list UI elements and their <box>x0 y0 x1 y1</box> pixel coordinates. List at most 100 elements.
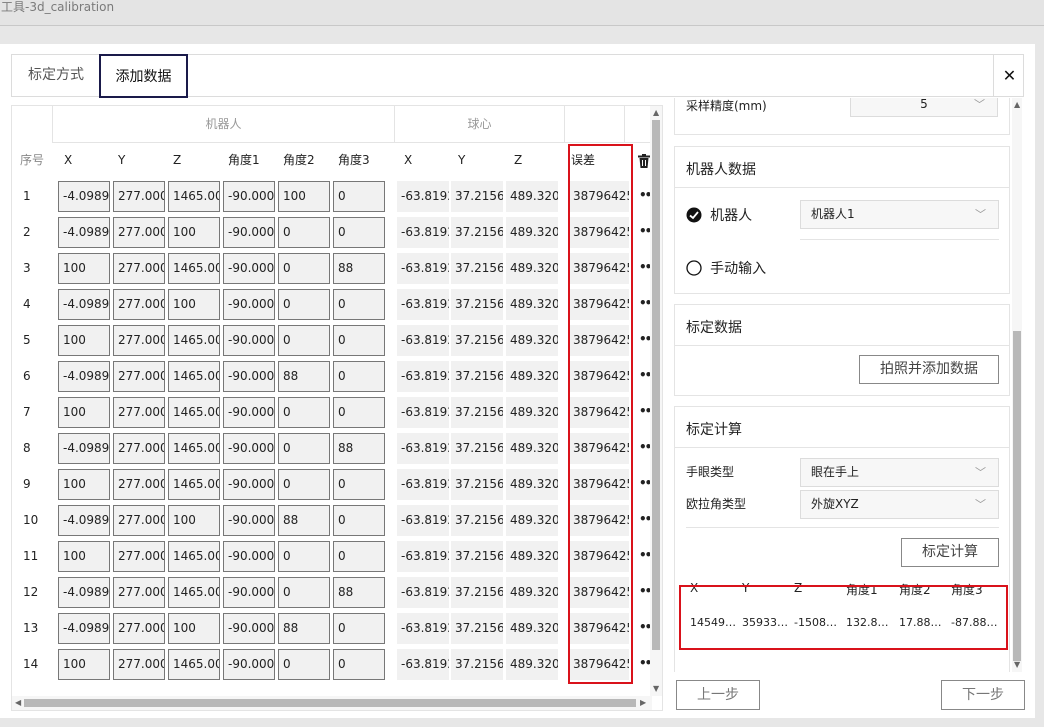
cell-input-z[interactable]: 100 <box>168 217 220 248</box>
cell-input-z[interactable]: 1465.00 <box>168 325 220 356</box>
cell-input-x[interactable]: 100 <box>58 649 110 680</box>
cell-input-z[interactable]: 100 <box>168 613 220 644</box>
more-options-icon[interactable]: •• <box>639 538 652 574</box>
cell-input-z[interactable]: 100 <box>168 505 220 536</box>
more-options-icon[interactable]: •• <box>639 646 652 682</box>
cell-input-a3[interactable]: 0 <box>333 649 385 680</box>
cell-input-a3[interactable]: 0 <box>333 397 385 428</box>
cell-input-a3[interactable]: 88 <box>333 253 385 284</box>
cell-input-a2[interactable]: 0 <box>278 577 330 608</box>
cell-input-y[interactable]: 277.000 <box>113 577 165 608</box>
cell-input-a1[interactable]: -90.0000 <box>223 577 275 608</box>
cell-input-y[interactable]: 277.000 <box>113 505 165 536</box>
cell-input-a3[interactable]: 0 <box>333 289 385 320</box>
cell-input-y[interactable]: 277.000 <box>113 325 165 356</box>
cell-input-x[interactable]: -4.09899 <box>58 289 110 320</box>
cell-input-z[interactable]: 1465.00 <box>168 469 220 500</box>
cell-input-y[interactable]: 277.000 <box>113 613 165 644</box>
cell-input-x[interactable]: -4.09899 <box>58 181 110 212</box>
panel-vertical-scroll-thumb[interactable] <box>1013 331 1021 661</box>
cell-input-z[interactable]: 1465.00 <box>168 361 220 392</box>
table-vertical-scrollbar[interactable]: ▲ ▼ <box>650 106 662 696</box>
cell-input-a1[interactable]: -90.0000 <box>223 649 275 680</box>
cell-input-a3[interactable]: 0 <box>333 325 385 356</box>
cell-input-a1[interactable]: -90.0000 <box>223 469 275 500</box>
cell-input-z[interactable]: 1465.00 <box>168 181 220 212</box>
cell-input-y[interactable]: 277.000 <box>113 397 165 428</box>
more-options-icon[interactable]: •• <box>639 466 652 502</box>
cell-input-x[interactable]: 100 <box>58 541 110 572</box>
cell-input-x[interactable]: 100 <box>58 325 110 356</box>
cell-input-a3[interactable]: 0 <box>333 181 385 212</box>
cell-input-a1[interactable]: -90.0000 <box>223 253 275 284</box>
delete-all-button[interactable] <box>638 143 650 178</box>
more-options-icon[interactable]: •• <box>639 394 652 430</box>
cell-input-a2[interactable]: 0 <box>278 289 330 320</box>
panel-vertical-scrollbar[interactable]: ▲ ▼ <box>1012 98 1022 672</box>
cell-input-x[interactable]: -4.09899 <box>58 613 110 644</box>
cell-input-y[interactable]: 277.000 <box>113 181 165 212</box>
next-step-button[interactable]: 下一步 <box>941 680 1025 710</box>
cell-input-a1[interactable]: -90.0000 <box>223 433 275 464</box>
cell-input-a2[interactable]: 88 <box>278 505 330 536</box>
more-options-icon[interactable]: •• <box>639 286 652 322</box>
cell-input-z[interactable]: 1465.00 <box>168 253 220 284</box>
tab-add-data[interactable]: 添加数据 <box>99 54 188 98</box>
cell-input-a2[interactable]: 0 <box>278 433 330 464</box>
robot-radio[interactable]: 机器人 <box>686 205 752 225</box>
cell-input-x[interactable]: -4.09899 <box>58 361 110 392</box>
cell-input-a1[interactable]: -90.0000 <box>223 361 275 392</box>
cell-input-z[interactable]: 1465.00 <box>168 541 220 572</box>
cell-input-y[interactable]: 277.000 <box>113 253 165 284</box>
cell-input-a1[interactable]: -90.0000 <box>223 181 275 212</box>
cell-input-y[interactable]: 277.000 <box>113 469 165 500</box>
more-options-icon[interactable]: •• <box>639 430 652 466</box>
cell-input-z[interactable]: 1465.00 <box>168 433 220 464</box>
cell-input-a2[interactable]: 0 <box>278 397 330 428</box>
robot-select[interactable]: 机器人1 ﹀ <box>800 200 999 229</box>
scroll-down-arrow-icon[interactable]: ▼ <box>653 684 659 693</box>
cell-input-x[interactable]: -4.09899 <box>58 217 110 248</box>
more-options-icon[interactable]: •• <box>639 610 652 646</box>
cell-input-a1[interactable]: -90.0000 <box>223 541 275 572</box>
scroll-up-arrow-icon[interactable]: ▲ <box>653 108 659 117</box>
cell-input-a1[interactable]: -90.0000 <box>223 505 275 536</box>
scroll-down-arrow-icon[interactable]: ▼ <box>1014 660 1020 669</box>
cell-input-a2[interactable]: 100 <box>278 181 330 212</box>
cell-input-a2[interactable]: 0 <box>278 217 330 248</box>
cell-input-a1[interactable]: -90.0000 <box>223 613 275 644</box>
scroll-right-arrow-icon[interactable]: ▶ <box>640 698 646 707</box>
sampling-select[interactable]: 5 ﹀ <box>850 98 998 117</box>
cell-input-x[interactable]: 100 <box>58 469 110 500</box>
cell-input-a1[interactable]: -90.0000 <box>223 217 275 248</box>
cell-input-a1[interactable]: -90.0000 <box>223 289 275 320</box>
more-options-icon[interactable]: •• <box>639 574 652 610</box>
cell-input-a2[interactable]: 0 <box>278 649 330 680</box>
table-horizontal-scrollbar[interactable]: ◀ ▶ <box>12 696 652 710</box>
cell-input-z[interactable]: 100 <box>168 289 220 320</box>
scroll-left-arrow-icon[interactable]: ◀ <box>15 698 21 707</box>
cell-input-y[interactable]: 277.000 <box>113 217 165 248</box>
more-options-icon[interactable]: •• <box>639 358 652 394</box>
more-options-icon[interactable]: •• <box>639 214 652 250</box>
cell-input-a2[interactable]: 0 <box>278 541 330 572</box>
cell-input-a2[interactable]: 0 <box>278 469 330 500</box>
euler-select[interactable]: 外旋XYZ ﹀ <box>800 490 999 519</box>
cell-input-y[interactable]: 277.000 <box>113 361 165 392</box>
cell-input-a1[interactable]: -90.0000 <box>223 325 275 356</box>
cell-input-a2[interactable]: 88 <box>278 613 330 644</box>
cell-input-y[interactable]: 277.000 <box>113 541 165 572</box>
cell-input-x[interactable]: -4.09899 <box>58 433 110 464</box>
cell-input-a3[interactable]: 0 <box>333 361 385 392</box>
cell-input-a3[interactable]: 0 <box>333 505 385 536</box>
more-options-icon[interactable]: •• <box>639 250 652 286</box>
close-button[interactable]: ✕ <box>993 55 1025 96</box>
more-options-icon[interactable]: •• <box>639 178 652 214</box>
cell-input-a3[interactable]: 88 <box>333 577 385 608</box>
prev-step-button[interactable]: 上一步 <box>676 680 760 710</box>
cell-input-a3[interactable]: 0 <box>333 217 385 248</box>
more-options-icon[interactable]: •• <box>639 322 652 358</box>
more-options-icon[interactable]: •• <box>639 502 652 538</box>
calculate-button[interactable]: 标定计算 <box>901 538 999 567</box>
cell-input-a3[interactable]: 88 <box>333 433 385 464</box>
